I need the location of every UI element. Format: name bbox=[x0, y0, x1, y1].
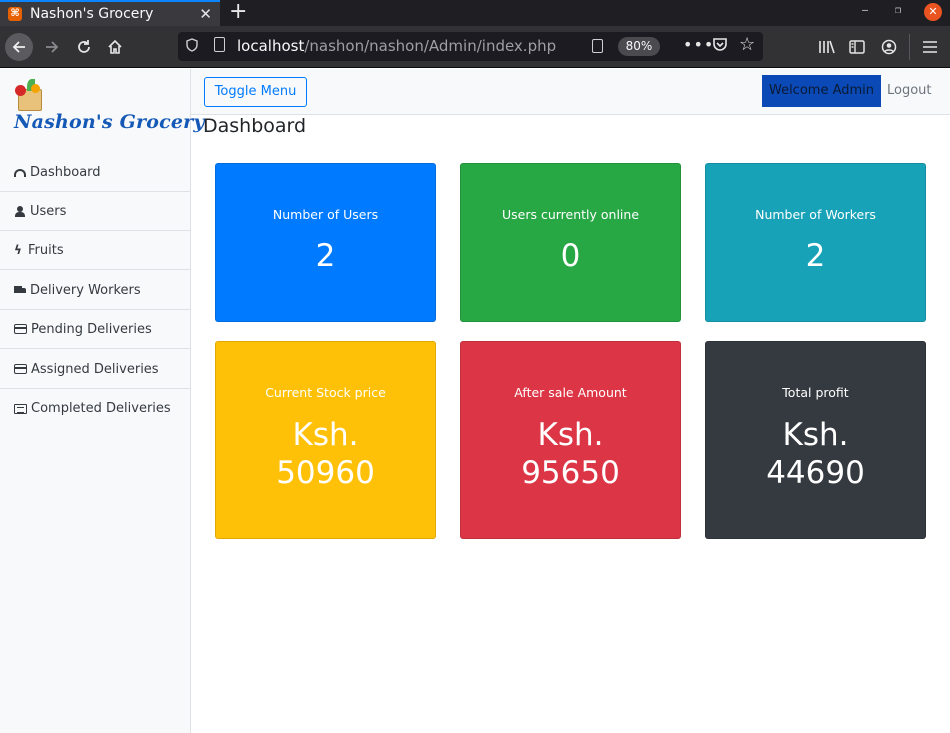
logout-link[interactable]: Logout bbox=[887, 75, 932, 107]
fruit-icon: ϟ bbox=[14, 242, 22, 257]
sidebar-item-assigned-deliveries[interactable]: Assigned Deliveries bbox=[0, 350, 190, 389]
currency-label: Ksh. bbox=[292, 417, 359, 453]
address-bar[interactable]: localhost/nashon/nashon/Admin/index.php … bbox=[178, 32, 763, 61]
stock-price-card: Current Stock price Ksh. 50960 bbox=[215, 341, 436, 539]
back-arrow-icon bbox=[12, 41, 25, 53]
new-tab-button[interactable]: + bbox=[229, 0, 247, 24]
total-profit-card: Total profit Ksh. 44690 bbox=[705, 341, 926, 539]
sidebar-item-label: Dashboard bbox=[30, 164, 101, 180]
users-count-card: Number of Users 2 bbox=[215, 163, 436, 322]
minimize-window-icon[interactable]: — bbox=[862, 5, 868, 16]
card-label: After sale Amount bbox=[514, 385, 627, 400]
currency-label: Ksh. bbox=[782, 417, 849, 453]
brand-name: Nashon's Grocery bbox=[14, 111, 205, 133]
sidebar-item-label: Delivery Workers bbox=[30, 282, 141, 298]
bookmark-star-icon[interactable]: ☆ bbox=[739, 34, 755, 55]
forward-button[interactable] bbox=[40, 35, 64, 59]
card-value: 0 bbox=[560, 238, 581, 274]
card-label: Current Stock price bbox=[265, 385, 386, 400]
grocery-bag-logo-icon bbox=[15, 79, 43, 111]
sidebar-item-label: Fruits bbox=[28, 242, 64, 258]
card-label: Number of Workers bbox=[755, 207, 876, 222]
close-window-icon[interactable]: ✕ bbox=[924, 3, 942, 21]
browser-tab[interactable]: ⌘ Nashon's Grocery ✕ bbox=[0, 0, 220, 26]
toggle-menu-button[interactable]: Toggle Menu bbox=[204, 77, 307, 107]
top-navbar: Toggle Menu Welcome Admin Logout bbox=[191, 69, 950, 115]
url-host: localhost bbox=[237, 37, 305, 55]
sidebar-item-label: Pending Deliveries bbox=[31, 321, 152, 337]
credit-card-icon bbox=[14, 324, 27, 334]
library-icon[interactable] bbox=[818, 35, 835, 62]
pocket-icon[interactable] bbox=[712, 37, 728, 56]
sidebar-toggle-icon[interactable] bbox=[849, 35, 865, 61]
tracking-shield-icon[interactable] bbox=[186, 38, 198, 55]
sidebar-item-users[interactable]: Users bbox=[0, 192, 190, 231]
sidebar-item-label: Assigned Deliveries bbox=[31, 361, 159, 377]
reload-icon bbox=[78, 40, 90, 53]
hamburger-menu-icon[interactable] bbox=[922, 35, 938, 61]
card-label: Users currently online bbox=[501, 207, 640, 222]
after-sale-amount-card: After sale Amount Ksh. 95650 bbox=[460, 341, 681, 539]
sidebar-item-delivery-workers[interactable]: Delivery Workers bbox=[0, 271, 190, 310]
sidebar-item-label: Users bbox=[30, 203, 67, 219]
back-button[interactable] bbox=[5, 33, 33, 61]
card-label: Number of Users bbox=[272, 207, 379, 222]
card-value: 2 bbox=[805, 238, 826, 274]
welcome-admin-link[interactable]: Welcome Admin bbox=[762, 75, 881, 107]
dashboard-icon bbox=[14, 169, 26, 177]
page-title: Dashboard bbox=[203, 115, 307, 137]
page-info-icon[interactable] bbox=[214, 37, 225, 52]
xampp-favicon-icon: ⌘ bbox=[8, 7, 22, 21]
restore-window-icon[interactable]: ❐ bbox=[895, 5, 901, 16]
card-value: Ksh. 95650 bbox=[461, 416, 680, 492]
home-icon bbox=[108, 39, 122, 54]
sidebar: Nashon's Grocery Dashboard Users ϟ Fruit… bbox=[0, 69, 204, 733]
zoom-level-badge[interactable]: 80% bbox=[618, 37, 660, 56]
workers-count-card: Number of Workers 2 bbox=[705, 163, 926, 322]
reader-view-icon[interactable] bbox=[592, 39, 603, 53]
forward-arrow-icon bbox=[46, 41, 59, 53]
card-label: Total profit bbox=[782, 385, 849, 400]
browser-tab-strip: ⌘ Nashon's Grocery ✕ + — ❐ ✕ bbox=[0, 0, 950, 26]
toolbar-separator bbox=[909, 34, 910, 60]
sidebar-item-fruits[interactable]: ϟ Fruits bbox=[0, 231, 190, 270]
card-value: 2 bbox=[315, 238, 336, 274]
tab-title: Nashon's Grocery bbox=[30, 6, 154, 22]
sidebar-item-completed-deliveries[interactable]: Completed Deliveries bbox=[0, 389, 190, 428]
credit-card-icon bbox=[14, 364, 27, 374]
card-value: Ksh. 50960 bbox=[216, 416, 435, 492]
account-icon[interactable] bbox=[881, 35, 897, 62]
truck-icon bbox=[14, 285, 26, 296]
online-users-card: Users currently online 0 bbox=[460, 163, 681, 322]
sidebar-item-label: Completed Deliveries bbox=[31, 401, 171, 416]
page-actions-icon[interactable]: ••• bbox=[683, 35, 714, 54]
url-path: /nashon/nashon/Admin/index.php bbox=[304, 37, 557, 55]
brand[interactable]: Nashon's Grocery bbox=[0, 69, 204, 149]
home-button[interactable] bbox=[103, 35, 127, 59]
amount-value: 44690 bbox=[766, 455, 865, 491]
list-icon bbox=[14, 403, 27, 414]
card-value: Ksh. 44690 bbox=[706, 416, 925, 492]
sidebar-item-dashboard[interactable]: Dashboard bbox=[0, 153, 190, 192]
reload-button[interactable] bbox=[72, 35, 96, 59]
amount-value: 50960 bbox=[276, 455, 375, 491]
tab-close-icon[interactable]: ✕ bbox=[199, 5, 212, 23]
browser-toolbar: localhost/nashon/nashon/Admin/index.php … bbox=[0, 26, 950, 68]
sidebar-item-pending-deliveries[interactable]: Pending Deliveries bbox=[0, 310, 190, 349]
amount-value: 95650 bbox=[521, 455, 620, 491]
user-icon bbox=[14, 205, 26, 217]
url-text[interactable]: localhost/nashon/nashon/Admin/index.php bbox=[237, 37, 556, 55]
currency-label: Ksh. bbox=[537, 417, 604, 453]
